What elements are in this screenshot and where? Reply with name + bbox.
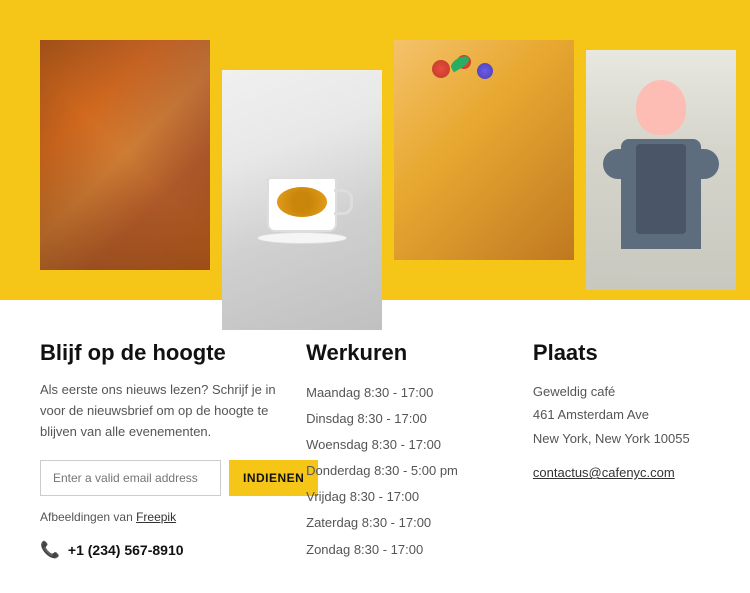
place-title: Plaats: [533, 340, 710, 366]
hours-item: Zondag 8:30 - 17:00: [306, 537, 503, 563]
newsletter-title: Blijf op de hoogte: [40, 340, 276, 366]
email-form: INDIENEN: [40, 460, 276, 496]
phone-number: +1 (234) 567-8910: [68, 542, 184, 558]
newsletter-column: Blijf op de hoogte Als eerste ons nieuws…: [40, 340, 276, 563]
hours-item: Dinsdag 8:30 - 17:00: [306, 406, 503, 432]
hours-item: Zaterdag 8:30 - 17:00: [306, 510, 503, 536]
hero-section: [0, 0, 750, 300]
phone-line: 📞 +1 (234) 567-8910: [40, 540, 276, 560]
bottom-section: Blijf op de hoogte Als eerste ons nieuws…: [0, 300, 750, 593]
place-address-line2: New York, New York 10055: [533, 431, 690, 446]
hours-column: Werkuren Maandag 8:30 - 17:00Dinsdag 8:3…: [306, 340, 503, 563]
freepik-link[interactable]: Freepik: [136, 510, 176, 524]
newsletter-description: Als eerste ons nieuws lezen? Schrijf je …: [40, 380, 276, 442]
hours-item: Woensdag 8:30 - 17:00: [306, 432, 503, 458]
chef-photo: [586, 50, 736, 290]
hours-list: Maandag 8:30 - 17:00Dinsdag 8:30 - 17:00…: [306, 380, 503, 563]
photos-grid: [0, 0, 750, 300]
submit-button[interactable]: INDIENEN: [229, 460, 318, 496]
place-column: Plaats Geweldig café 461 Amsterdam Ave N…: [533, 340, 710, 563]
cake-photo: [394, 40, 574, 260]
place-email-link[interactable]: contactus@cafenyc.com: [533, 465, 675, 480]
hours-item: Vrijdag 8:30 - 17:00: [306, 484, 503, 510]
hours-item: Donderdag 8:30 - 5:00 pm: [306, 458, 503, 484]
hours-title: Werkuren: [306, 340, 503, 366]
place-address: Geweldig café 461 Amsterdam Ave New York…: [533, 380, 710, 450]
hours-item: Maandag 8:30 - 17:00: [306, 380, 503, 406]
email-input[interactable]: [40, 460, 221, 496]
phone-icon: 📞: [40, 540, 60, 560]
coffee-photo: [222, 70, 382, 330]
place-name: Geweldig café: [533, 384, 615, 399]
place-address-line1: 461 Amsterdam Ave: [533, 407, 649, 422]
freepik-attribution: Afbeeldingen van Freepik: [40, 510, 276, 524]
bread-photo: [40, 40, 210, 270]
